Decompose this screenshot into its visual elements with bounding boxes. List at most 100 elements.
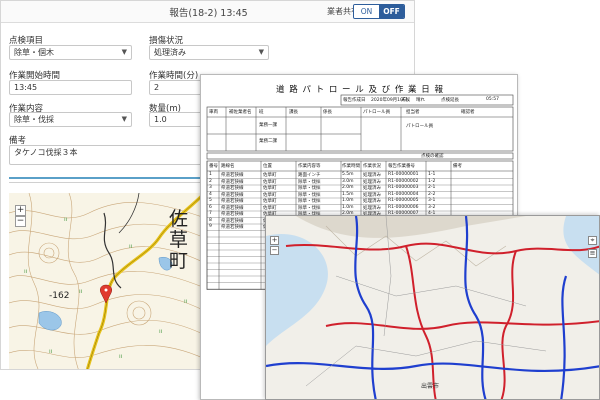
- toggle-off-button[interactable]: OFF: [379, 5, 404, 18]
- table-cell: 佐草町: [263, 179, 277, 185]
- table-cell: 佐草町: [263, 192, 277, 198]
- damage-status-select[interactable]: 処理済み ▼: [149, 45, 269, 60]
- zoom-out-button[interactable]: −: [15, 216, 26, 227]
- table-cell: 処理済み: [363, 186, 381, 191]
- chevron-down-icon: ▼: [121, 48, 127, 56]
- zoom-in-button[interactable]: +: [15, 205, 26, 216]
- town-label: 佐 草 町: [169, 208, 189, 272]
- form-divider: [9, 182, 205, 183]
- header-cell: 点検延長: [441, 98, 459, 103]
- table-cell: 3-1: [428, 198, 436, 203]
- table-cell: 県道若狭線: [221, 186, 244, 191]
- table-cell: 処理済み: [363, 192, 381, 198]
- svg-text:ıı: ıı: [49, 348, 53, 355]
- table-cell: R1-00000005: [388, 198, 419, 203]
- remarks-value: タケノコ伐採３本: [14, 148, 78, 157]
- table-cell: 除草・伐採: [298, 192, 321, 198]
- table-cell: 8: [209, 217, 212, 223]
- table-cell: 佐草町: [263, 173, 277, 178]
- quantity-value: 1.0: [154, 115, 167, 124]
- inspection-item-value: 除草・個木: [14, 48, 54, 57]
- header-cell: 05:57: [486, 97, 499, 102]
- table-cell: R1-00000003: [388, 185, 419, 190]
- topographic-map[interactable]: ıı ıı ıı ıı ıı ıı ıı ıı + − 佐 草 町 -162: [9, 193, 205, 369]
- patrol-label: パトロール員: [406, 124, 434, 129]
- section-label: 補佐業者名: [229, 110, 252, 115]
- map-zoom-out-button[interactable]: −: [270, 246, 279, 255]
- table-cell: 1-2: [428, 178, 436, 184]
- work-duration-input[interactable]: 2: [149, 80, 205, 95]
- table-header: 路線名: [221, 164, 235, 169]
- table-cell: 2.0m: [342, 185, 354, 190]
- table-cell: 1.5m: [342, 191, 354, 197]
- table-cell: R1-00000001: [388, 172, 419, 177]
- location-pin-icon[interactable]: ⌖: [588, 236, 597, 245]
- table-cell: 1.0m: [342, 204, 354, 210]
- svg-text:ıı: ıı: [24, 268, 28, 275]
- city-label: 出雲市: [421, 383, 440, 390]
- table-header: 作業状況: [363, 164, 381, 169]
- table-cell: 4: [209, 191, 212, 197]
- section-label: 車両: [209, 110, 218, 115]
- header-cell: 天候: [401, 98, 410, 103]
- table-cell: 除草・伐採: [298, 199, 321, 204]
- table-cell: 7: [209, 211, 212, 216]
- map-zoom-in-button[interactable]: +: [270, 236, 279, 245]
- table-cell: 処理済み: [363, 179, 381, 185]
- table-cell: 県道若狭線: [221, 225, 244, 230]
- toggle-on-button[interactable]: ON: [354, 5, 379, 18]
- table-cell: R1-00000006: [388, 204, 419, 210]
- checker-label: 点検の確認: [421, 154, 444, 159]
- table-cell: 処理済み: [363, 173, 381, 178]
- quantity-input[interactable]: 1.0: [149, 112, 205, 127]
- section-label: パトロール員: [363, 110, 391, 115]
- report-header: 報告(18-2) 13:45 業者共有 ON OFF: [1, 1, 414, 23]
- work-content-select[interactable]: 除草・伐採 ▼: [9, 112, 132, 127]
- table-header: 報告作業番号: [388, 164, 415, 169]
- grid-box: [206, 152, 514, 160]
- header-cell: 晴れ: [416, 98, 425, 103]
- row-label: 業務一課: [259, 123, 277, 128]
- road-network-map[interactable]: + − ⌖ ≡ 出雲市: [265, 215, 600, 400]
- table-cell: 1: [209, 172, 212, 177]
- section-label: 確認者: [461, 110, 475, 115]
- chevron-down-icon: ▼: [258, 48, 264, 56]
- section-label: 課長: [289, 110, 298, 115]
- svg-text:ıı: ıı: [129, 243, 133, 250]
- table-cell: 1-1: [428, 172, 436, 177]
- share-toggle[interactable]: ON OFF: [353, 4, 405, 19]
- table-cell: 県道若狭線: [221, 218, 244, 224]
- table-header: 備考: [453, 164, 462, 169]
- form-divider: [9, 177, 205, 179]
- table-cell: 除草・伐採: [298, 179, 321, 185]
- layers-icon[interactable]: ≡: [588, 249, 597, 258]
- svg-text:ıı: ıı: [184, 298, 188, 305]
- table-header: 作業時間: [342, 164, 360, 169]
- table-cell: 路面インチ: [298, 173, 321, 178]
- table-header: 作業内容等: [298, 164, 321, 169]
- table-cell: 佐草町: [263, 199, 277, 204]
- table-cell: 県道若狭線: [221, 179, 244, 185]
- row-label: 業務二課: [259, 139, 277, 144]
- table-cell: 5: [209, 198, 212, 203]
- remarks-textarea[interactable]: タケノコ伐採３本: [9, 145, 205, 165]
- table-cell: 6: [209, 204, 212, 210]
- table-cell: 9: [209, 224, 212, 229]
- section-label: 班: [259, 110, 264, 115]
- table-cell: 除草・伐採: [298, 186, 321, 191]
- table-cell: 処理済み: [363, 199, 381, 204]
- work-start-time-input[interactable]: 13:45: [9, 80, 132, 95]
- inspection-item-select[interactable]: 除草・個木 ▼: [9, 45, 132, 60]
- svg-text:ıı: ıı: [64, 216, 68, 223]
- road-map-graphic: [266, 216, 599, 399]
- table-cell: 2-2: [428, 191, 436, 197]
- elevation-label: -162: [49, 291, 70, 301]
- table-cell: 1.0m: [342, 198, 354, 203]
- work-duration-value: 2: [154, 83, 160, 92]
- table-cell: 佐草町: [263, 186, 277, 191]
- table-cell: 県道若狭線: [221, 212, 244, 217]
- table-cell: 除草・伐採: [298, 205, 321, 211]
- table-cell: 県道若狭線: [221, 199, 244, 204]
- table-cell: 3-2: [428, 204, 436, 210]
- table-cell: 3: [209, 185, 212, 190]
